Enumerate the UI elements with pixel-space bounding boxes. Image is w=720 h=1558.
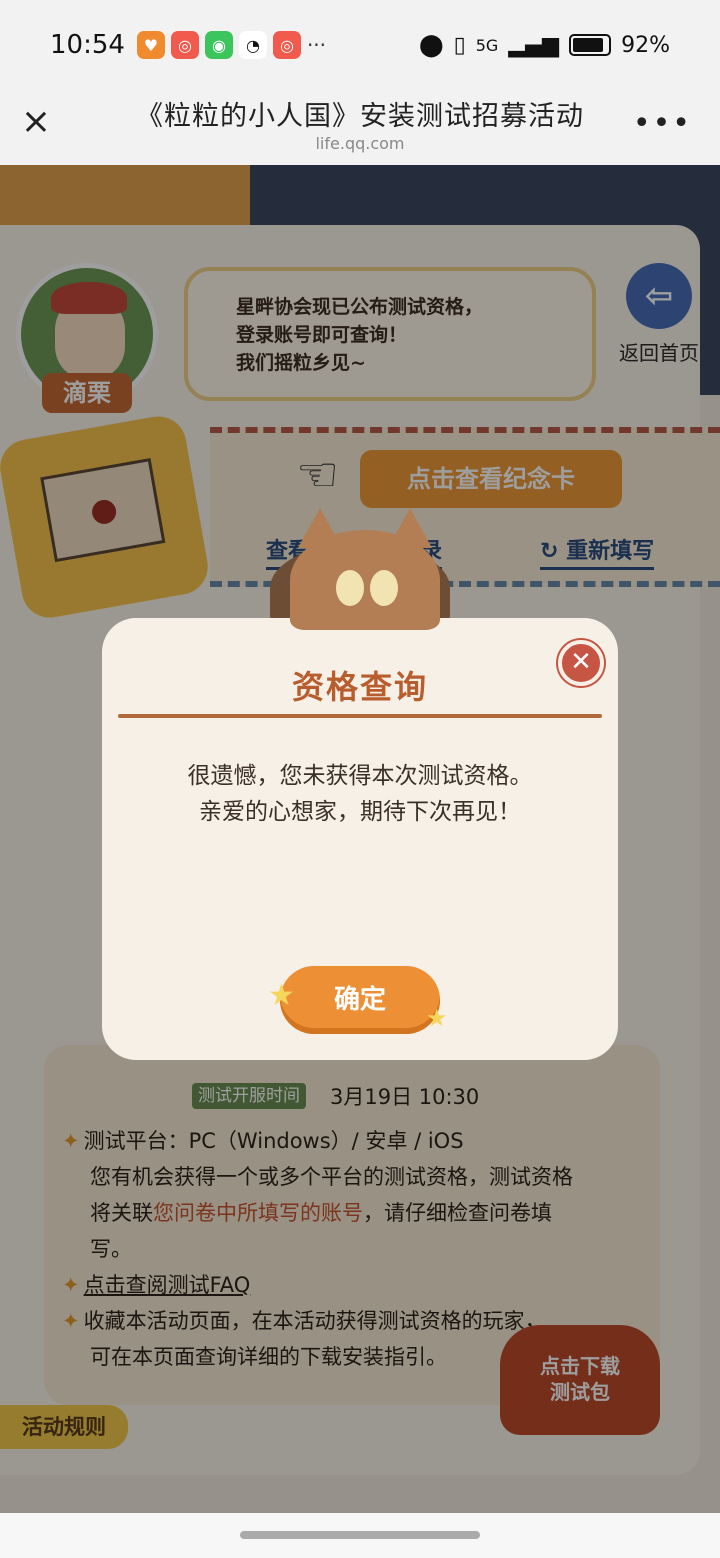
clock: 10:54 (50, 30, 125, 60)
star-decoration-icon: ★ (268, 978, 295, 1013)
star-decoration-icon: ★ (426, 1004, 448, 1032)
dialog-message-line-2: 亲爱的心想家，期待下次再见！ (199, 799, 521, 825)
dialog-title: 资格查询 (291, 668, 428, 706)
status-indicators: ⬤ ▯ 5G ▂▄▆ 92% (419, 33, 670, 58)
home-indicator[interactable] (240, 1531, 480, 1539)
battery-icon (569, 34, 612, 56)
dialog-message-line-1: 很遗憾，您未获得本次测试资格。 (187, 763, 533, 789)
confirm-button[interactable]: 确定 (280, 966, 440, 1034)
page-url: life.qq.com (315, 134, 405, 153)
dialog-cat-eye-right (370, 570, 398, 606)
notification-icons: ♥ ◎ ◉ ◔ ◎ ··· (136, 31, 327, 59)
heart-app-icon: ♥ (136, 31, 165, 59)
battery-percent: 92% (621, 32, 670, 58)
signal-icon: ▂▄▆ (508, 32, 560, 58)
network-label: 5G (475, 35, 499, 55)
app-icon-red-2: ◎ (272, 31, 301, 59)
dialog-divider (118, 714, 602, 718)
wechat-icon: ◉ (204, 31, 233, 59)
qualification-dialog: ✕ 资格查询 很遗憾，您未获得本次测试资格。 亲爱的心想家，期待下次再见！ 确定… (102, 508, 618, 1060)
system-nav-bar (0, 1513, 720, 1558)
more-menu-icon[interactable]: ••• (633, 106, 692, 141)
status-bar: 10:54 ♥ ◎ ◉ ◔ ◎ ··· ⬤ ▯ 5G ▂▄▆ 92% (0, 0, 720, 90)
location-icon: ⬤ (419, 32, 444, 58)
dialog-message: 很遗憾，您未获得本次测试资格。 亲爱的心想家，期待下次再见！ (102, 758, 618, 830)
page-title: 《粒粒的小人国》安装测试招募活动 (136, 101, 584, 132)
browser-title-bar: × 《粒粒的小人国》安装测试招募活动 life.qq.com ••• (0, 90, 720, 165)
dialog-cat-eye-left (336, 570, 364, 606)
dialog-cat-icon (290, 508, 440, 630)
qq-icon: ◔ (238, 31, 267, 59)
more-notifications-icon: ··· (306, 33, 327, 57)
app-icon-red: ◎ (170, 31, 199, 59)
vibrate-icon: ▯ (453, 32, 466, 58)
